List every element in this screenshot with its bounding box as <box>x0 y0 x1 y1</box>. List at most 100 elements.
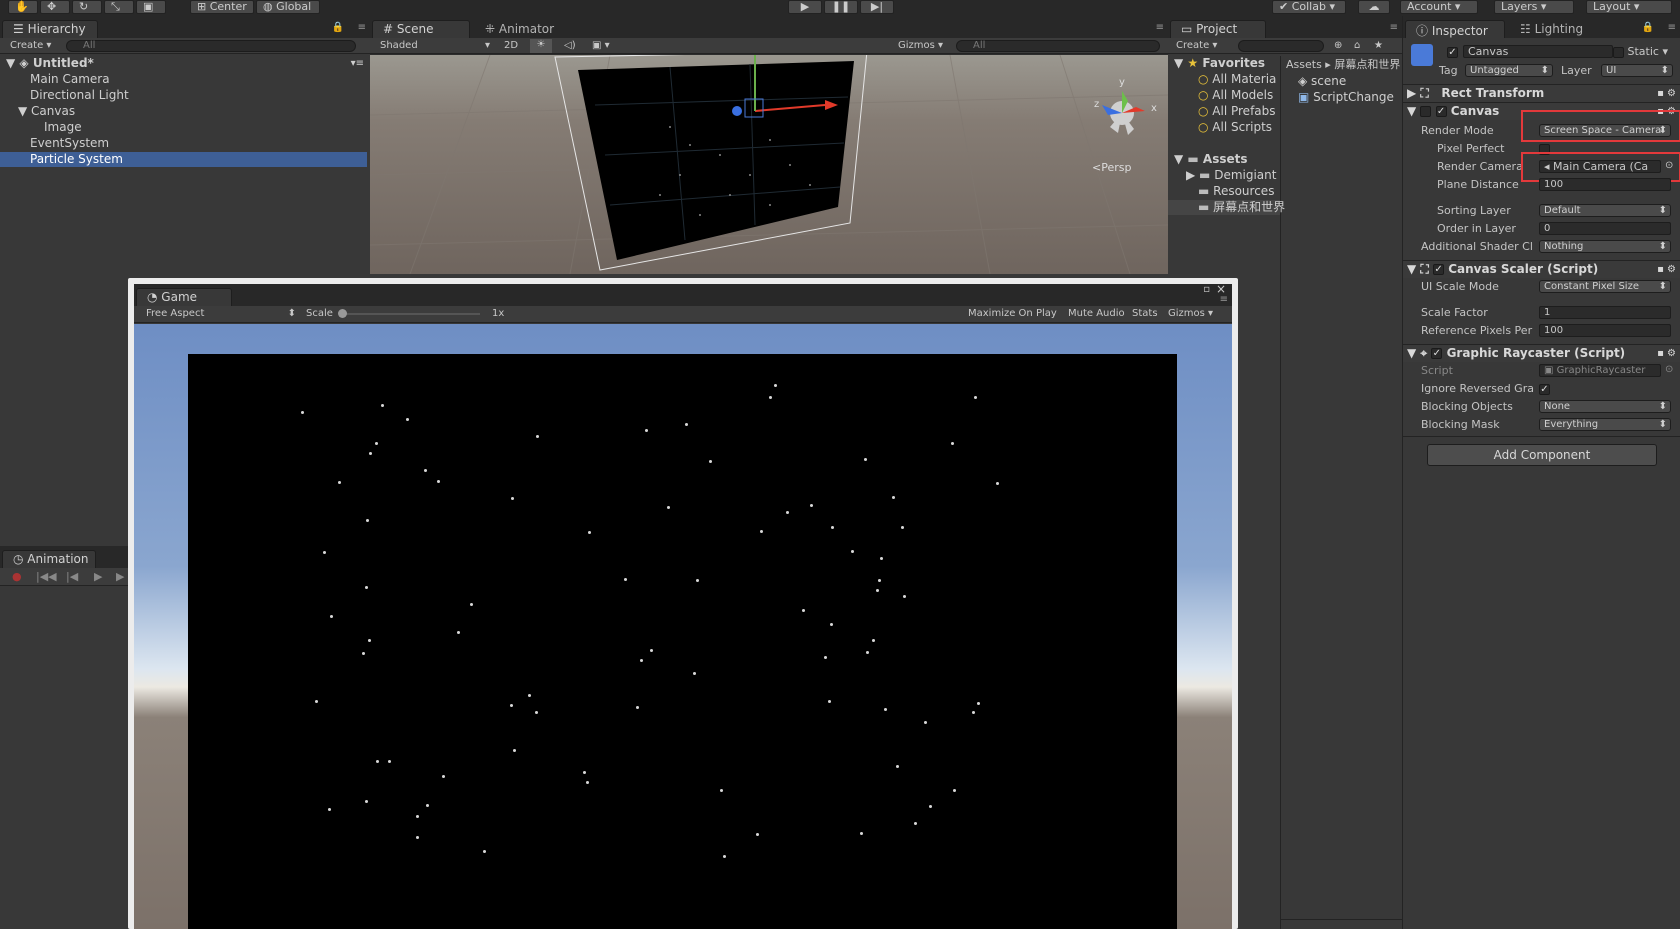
file-item[interactable]: ◈ scene <box>1298 74 1402 89</box>
maximize-icon[interactable]: ▫ <box>1203 284 1210 295</box>
scene-row[interactable]: ▼ ◈ Untitled* ▾≡ <box>0 56 370 71</box>
mute-audio-toggle[interactable]: Mute Audio <box>1068 308 1125 319</box>
tab-animator[interactable]: ⁜ Animator <box>474 20 564 38</box>
create-dropdown[interactable]: Create ▾ <box>10 40 51 51</box>
folder-item[interactable]: ▬ Resources <box>1168 184 1280 199</box>
favorites-header[interactable]: ▼ ★ Favorites <box>1168 56 1280 71</box>
active-checkbox[interactable]: ✓ <box>1447 45 1458 58</box>
lock-icon[interactable]: 🔒 <box>1642 22 1654 33</box>
component-settings-icon[interactable]: ▪ ⚙ <box>1657 345 1676 362</box>
sorting-layer-dropdown[interactable]: Default ⬍ <box>1539 204 1671 217</box>
breadcrumb-item[interactable]: 屏幕点和世界 <box>1334 58 1400 71</box>
object-name-field[interactable]: Canvas <box>1463 45 1613 58</box>
hierarchy-item[interactable]: Directional Light <box>0 88 370 103</box>
scaler-enabled-checkbox[interactable]: ✓ <box>1433 264 1445 275</box>
component-settings-icon[interactable]: ▪ ⚙ <box>1657 85 1676 102</box>
prev-key-icon[interactable]: |◀ <box>66 570 78 583</box>
play-anim-icon[interactable]: ▶ <box>94 570 102 583</box>
favorite-item[interactable]: ○ All Materia <box>1168 72 1280 87</box>
account-dropdown[interactable]: Account ▾ <box>1400 0 1478 14</box>
space-toggle[interactable]: ◍ Global <box>256 0 320 14</box>
assets-header[interactable]: ▼ ▬ Assets <box>1168 152 1280 167</box>
layers-dropdown[interactable]: Layers ▾ <box>1494 0 1574 14</box>
tab-game[interactable]: ◔ Game <box>136 288 232 306</box>
stats-toggle[interactable]: Stats <box>1132 308 1158 319</box>
next-key-icon[interactable]: ▶ <box>116 570 124 583</box>
hierarchy-item-selected[interactable]: Particle System <box>0 152 367 167</box>
favorite-item[interactable]: ○ All Scripts <box>1168 120 1280 135</box>
graphic-raycaster-header[interactable]: ▼ ⌖ ✓ Graphic Raycaster (Script) ▪ ⚙ <box>1403 344 1680 362</box>
raycaster-enabled-checkbox[interactable]: ✓ <box>1431 348 1443 359</box>
persp-label[interactable]: <Persp <box>1092 161 1131 174</box>
aspect-dropdown[interactable]: Free Aspect ⬍ <box>146 308 296 319</box>
maximize-on-play-toggle[interactable]: Maximize On Play <box>968 308 1057 319</box>
static-toggle[interactable]: Static ▾ <box>1613 45 1668 58</box>
toggle-2d-button[interactable]: 2D <box>504 40 518 51</box>
panel-menu-icon[interactable]: ≡ <box>1668 22 1676 33</box>
blocking-mask-dropdown[interactable]: Everything ⬍ <box>1539 418 1671 431</box>
rotate-tool-icon[interactable]: ↻ <box>72 0 102 14</box>
layer-dropdown[interactable]: UI ⬍ <box>1601 64 1673 77</box>
lock-icon[interactable]: 🔒 <box>332 22 344 33</box>
rect-tool-icon[interactable]: ▣ <box>136 0 166 14</box>
favorite-item[interactable]: ○ All Models <box>1168 88 1280 103</box>
shader-channels-dropdown[interactable]: Nothing ⬍ <box>1539 240 1671 253</box>
hand-tool-icon[interactable]: ✋ <box>8 0 38 14</box>
component-settings-icon[interactable]: ▪ ⚙ <box>1657 261 1676 278</box>
filter-label-icon[interactable]: ⌂ <box>1354 40 1360 51</box>
scale-slider[interactable] <box>338 309 480 318</box>
scene-viewport[interactable]: y x z <Persp <box>370 55 1168 274</box>
panel-menu-icon[interactable]: ≡ <box>358 22 366 33</box>
layout-dropdown[interactable]: Layout ▾ <box>1586 0 1672 14</box>
pause-button[interactable]: ❚❚ <box>824 0 858 14</box>
audio-toggle-icon[interactable]: ◁) <box>564 40 576 51</box>
rect-transform-header[interactable]: ▶ ⛶ Rect Transform ▪ ⚙ <box>1403 84 1680 102</box>
play-button[interactable]: ▶ <box>788 0 822 14</box>
tab-scene[interactable]: # Scene <box>372 20 470 38</box>
project-search-input[interactable] <box>1238 40 1324 52</box>
hierarchy-item[interactable]: EventSystem <box>0 136 370 151</box>
tab-hierarchy[interactable]: ☰ Hierarchy <box>2 20 98 38</box>
panel-menu-icon[interactable]: ≡ <box>1220 294 1228 305</box>
file-item[interactable]: ▣ ScriptChange <box>1298 90 1402 105</box>
panel-menu-icon[interactable]: ≡ <box>1390 22 1398 33</box>
effects-dropdown-icon[interactable]: ▣ ▾ <box>592 40 610 51</box>
tab-animation[interactable]: ◷ Animation <box>2 550 96 568</box>
folder-item-selected[interactable]: ▬ 屏幕点和世界 <box>1168 200 1285 215</box>
tab-lighting[interactable]: ☷ Lighting <box>1509 20 1599 38</box>
record-icon[interactable]: ● <box>12 570 22 583</box>
gizmos-dropdown[interactable]: Gizmos ▾ <box>898 40 943 51</box>
collab-dropdown[interactable]: ✔ Collab ▾ <box>1272 0 1346 14</box>
scene-search-input[interactable]: All <box>956 40 1160 52</box>
gizmos-dropdown[interactable]: Gizmos ▾ <box>1168 308 1213 319</box>
folder-item[interactable]: ▶ ▬ Demigiant <box>1168 168 1280 183</box>
step-button[interactable]: ▶| <box>860 0 894 14</box>
hierarchy-item[interactable]: ▼ Canvas <box>0 104 370 119</box>
scene-menu-icon[interactable]: ▾≡ <box>351 56 364 71</box>
zoom-slider[interactable] <box>1281 919 1402 929</box>
cloud-button[interactable]: ☁ <box>1358 0 1390 14</box>
scale-mode-dropdown[interactable]: Constant Pixel Size ⬍ <box>1539 280 1671 293</box>
pivot-toggle[interactable]: ⊞ Center <box>190 0 254 14</box>
tab-inspector[interactable]: ⓘ Inspector <box>1405 20 1505 38</box>
scale-factor-field[interactable]: 1 <box>1539 306 1671 319</box>
breadcrumb-item[interactable]: Assets <box>1286 58 1322 71</box>
favorite-star-icon[interactable]: ★ <box>1374 40 1383 51</box>
ignore-reversed-checkbox[interactable]: ✓ <box>1539 382 1550 395</box>
project-create-dropdown[interactable]: Create ▾ <box>1176 40 1217 51</box>
hierarchy-item[interactable]: Image <box>0 120 370 135</box>
move-tool-icon[interactable]: ✥ <box>40 0 70 14</box>
tag-dropdown[interactable]: Untagged ⬍ <box>1465 64 1553 77</box>
favorite-item[interactable]: ○ All Prefabs <box>1168 104 1280 119</box>
filter-type-icon[interactable]: ⊕ <box>1334 40 1342 51</box>
reference-pixels-field[interactable]: 100 <box>1539 324 1671 337</box>
hierarchy-item[interactable]: Main Camera <box>0 72 370 87</box>
shading-dropdown[interactable]: Shaded ▾ <box>380 40 490 51</box>
panel-menu-icon[interactable]: ≡ <box>1156 22 1164 33</box>
first-key-icon[interactable]: |◀◀ <box>36 570 57 583</box>
blocking-objects-dropdown[interactable]: None ⬍ <box>1539 400 1671 413</box>
tab-project[interactable]: ▭ Project <box>1170 20 1266 38</box>
plane-distance-field[interactable]: 100 <box>1539 178 1671 191</box>
scale-tool-icon[interactable]: ⤡ <box>104 0 134 14</box>
lighting-toggle-icon[interactable]: ☀ <box>530 39 552 53</box>
